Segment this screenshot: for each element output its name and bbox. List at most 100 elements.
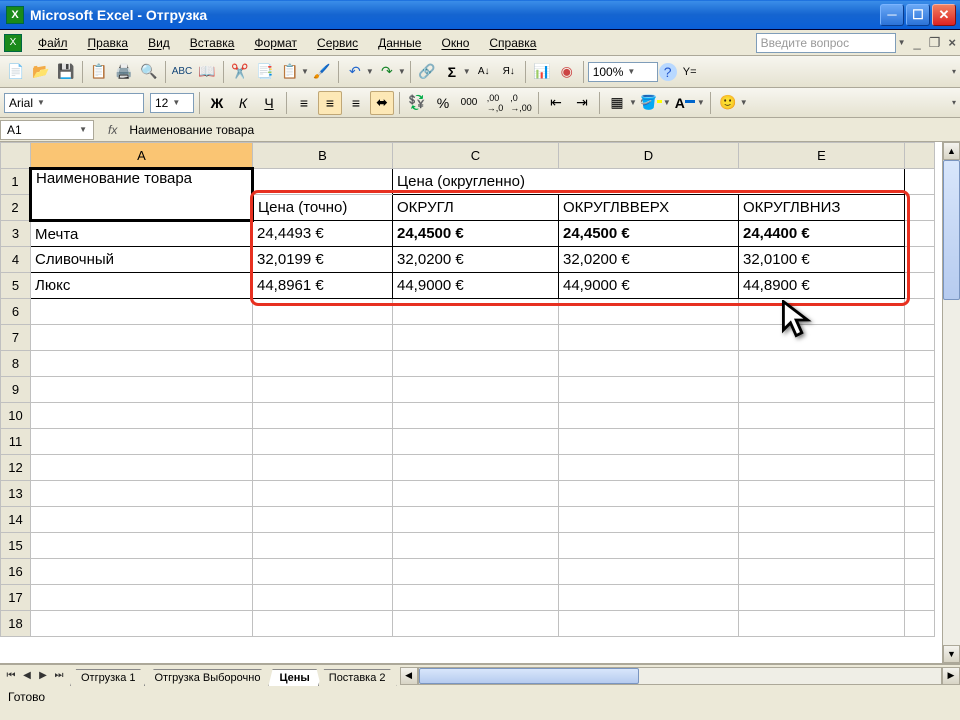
spelling-icon[interactable]: ABC xyxy=(170,60,194,84)
col-header-next[interactable] xyxy=(905,143,935,169)
row-header-16[interactable]: 16 xyxy=(1,559,31,585)
cell[interactable] xyxy=(253,559,393,585)
cell-A1[interactable]: Наименование товара xyxy=(31,169,253,221)
fill-color-icon[interactable]: 🪣 xyxy=(639,91,663,115)
row-header-9[interactable]: 9 xyxy=(1,377,31,403)
cell[interactable] xyxy=(905,585,935,611)
select-all-corner[interactable] xyxy=(1,143,31,169)
sheet-tab-supply-2[interactable]: Поставка 2 xyxy=(318,669,397,686)
scroll-down-icon[interactable]: ▼ xyxy=(943,645,960,663)
save-icon[interactable]: 💾 xyxy=(54,60,78,84)
emoji-icon[interactable]: 🙂 xyxy=(716,91,740,115)
row-header-13[interactable]: 13 xyxy=(1,481,31,507)
cell-C1-E1[interactable]: Цена (округленно) xyxy=(393,169,905,195)
menu-view[interactable]: Вид xyxy=(138,32,180,54)
col-header-B[interactable]: B xyxy=(253,143,393,169)
undo-icon[interactable]: ↶ xyxy=(343,60,367,84)
cell-F4[interactable] xyxy=(905,247,935,273)
cell[interactable] xyxy=(393,377,559,403)
row-header-1[interactable]: 1 xyxy=(1,169,31,195)
cell[interactable] xyxy=(253,533,393,559)
cell-C5[interactable]: 44,9000 € xyxy=(393,273,559,299)
cell[interactable] xyxy=(393,429,559,455)
autosum-dropdown-icon[interactable]: ▼ xyxy=(463,67,471,76)
cell[interactable] xyxy=(905,455,935,481)
paste-dropdown-icon[interactable]: ▼ xyxy=(301,67,309,76)
window-maximize-button[interactable]: ☐ xyxy=(906,4,930,26)
autosum-icon[interactable]: Σ xyxy=(440,60,464,84)
cell[interactable] xyxy=(739,481,905,507)
cell[interactable] xyxy=(393,403,559,429)
menu-file[interactable]: Файл xyxy=(28,32,78,54)
col-header-C[interactable]: C xyxy=(393,143,559,169)
sheet-tab-otgruzka-selective[interactable]: Отгрузка Выборочно xyxy=(144,669,272,686)
cell[interactable] xyxy=(31,481,253,507)
menu-window[interactable]: Окно xyxy=(431,32,479,54)
new-file-icon[interactable]: 📄 xyxy=(4,60,28,84)
cell[interactable] xyxy=(905,507,935,533)
cell[interactable] xyxy=(559,585,739,611)
decrease-indent-icon[interactable]: ⇤ xyxy=(544,91,568,115)
scroll-left-icon[interactable]: ◀ xyxy=(400,667,418,685)
cell[interactable] xyxy=(393,455,559,481)
cell-A5[interactable]: Люкс xyxy=(31,273,253,299)
cell[interactable] xyxy=(559,377,739,403)
cell[interactable] xyxy=(739,351,905,377)
font-combo[interactable]: Arial▼ xyxy=(4,93,144,113)
row-header-3[interactable]: 3 xyxy=(1,221,31,247)
cell[interactable] xyxy=(31,377,253,403)
cell[interactable] xyxy=(253,429,393,455)
cell[interactable] xyxy=(393,481,559,507)
bold-button[interactable]: Ж xyxy=(205,91,229,115)
scroll-thumb[interactable] xyxy=(943,160,960,300)
cell[interactable] xyxy=(31,325,253,351)
zoom-combo[interactable]: 100%▼ xyxy=(588,62,658,82)
print-preview-icon[interactable]: 🔍 xyxy=(137,60,161,84)
cell-D5[interactable]: 44,9000 € xyxy=(559,273,739,299)
horizontal-scrollbar[interactable]: ◀ ▶ xyxy=(400,665,960,686)
cell[interactable] xyxy=(253,351,393,377)
row-header-4[interactable]: 4 xyxy=(1,247,31,273)
align-right-icon[interactable]: ≡ xyxy=(344,91,368,115)
doc-close-button[interactable]: × xyxy=(948,35,956,51)
col-header-A[interactable]: A xyxy=(31,143,253,169)
cell[interactable] xyxy=(31,559,253,585)
cell[interactable] xyxy=(393,559,559,585)
cell[interactable] xyxy=(739,403,905,429)
cell[interactable] xyxy=(739,585,905,611)
workbook-icon[interactable]: X xyxy=(4,34,22,52)
cell[interactable] xyxy=(31,299,253,325)
menu-format[interactable]: Формат xyxy=(244,32,307,54)
col-header-E[interactable]: E xyxy=(739,143,905,169)
cell[interactable] xyxy=(253,585,393,611)
scroll-track[interactable] xyxy=(943,160,960,645)
cell[interactable] xyxy=(253,403,393,429)
permission-icon[interactable]: 📋 xyxy=(87,60,111,84)
cell-A3[interactable]: Мечта xyxy=(31,221,253,247)
paste-icon[interactable]: 📋 xyxy=(278,60,302,84)
cell[interactable] xyxy=(31,507,253,533)
toolbar-options-icon[interactable]: ▾ xyxy=(952,67,956,76)
chart-wizard-icon[interactable]: 📊 xyxy=(530,60,554,84)
cell[interactable] xyxy=(559,403,739,429)
redo-icon[interactable]: ↷ xyxy=(375,60,399,84)
cell[interactable] xyxy=(905,325,935,351)
cell-F3[interactable] xyxy=(905,221,935,247)
cell[interactable] xyxy=(559,533,739,559)
fontcolor-dropdown-icon[interactable]: ▼ xyxy=(697,98,705,107)
cell[interactable] xyxy=(253,611,393,637)
row-header-2[interactable]: 2 xyxy=(1,195,31,221)
hyperlink-icon[interactable]: 🔗 xyxy=(415,60,439,84)
percent-icon[interactable]: % xyxy=(431,91,455,115)
tab-nav-first-icon[interactable]: ⏮ xyxy=(4,670,18,681)
help-search-input[interactable]: Введите вопрос xyxy=(756,33,896,53)
borders-icon[interactable]: ▦ xyxy=(605,91,629,115)
drawing-icon[interactable]: ◉ xyxy=(555,60,579,84)
window-close-button[interactable]: ✕ xyxy=(932,4,956,26)
cell-C3[interactable]: 24,4500 € xyxy=(393,221,559,247)
cell-D3[interactable]: 24,4500 € xyxy=(559,221,739,247)
cell[interactable] xyxy=(253,507,393,533)
window-minimize-button[interactable]: ─ xyxy=(880,4,904,26)
formula-input[interactable]: Наименование товара xyxy=(125,123,960,137)
cell[interactable] xyxy=(739,429,905,455)
